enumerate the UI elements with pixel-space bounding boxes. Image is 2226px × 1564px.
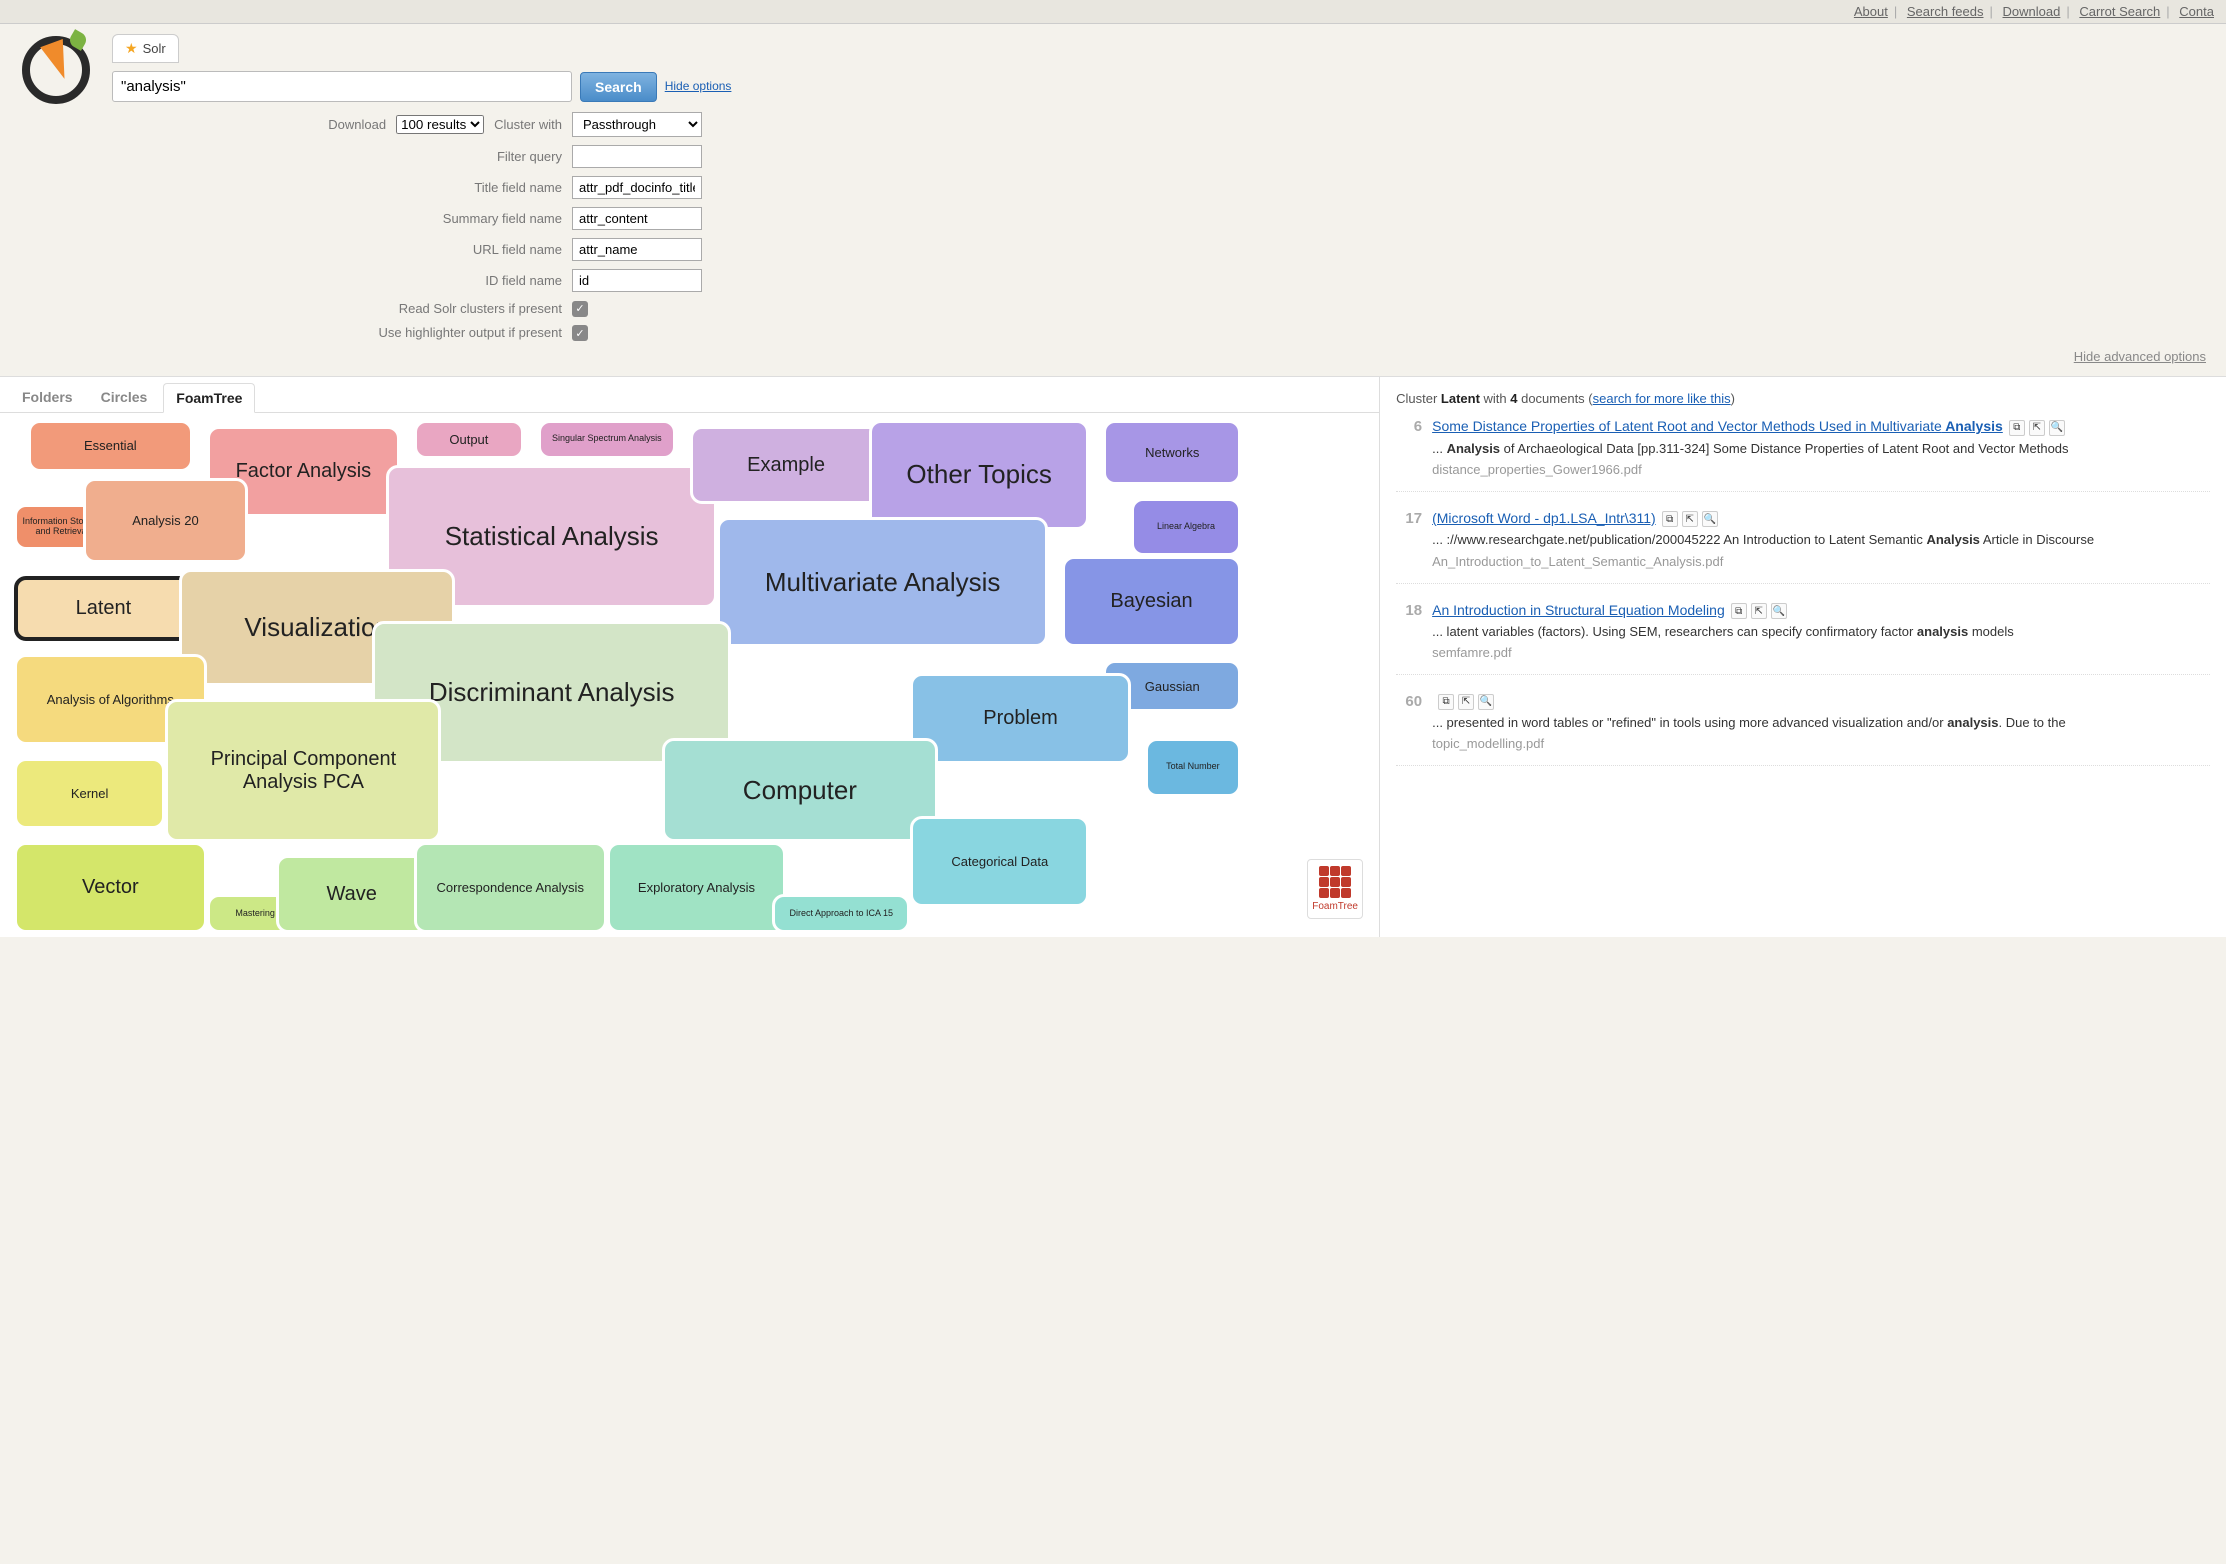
summary-field-input[interactable] [572,207,702,230]
source-tab-solr[interactable]: ★ Solr [112,34,179,63]
hide-advanced-link[interactable]: Hide advanced options [2074,349,2206,364]
foam-cell[interactable]: Correspondence Analysis [414,842,607,933]
foam-cell[interactable]: Essential [28,420,193,472]
filter-query-input[interactable] [572,145,702,168]
hide-options-link[interactable]: Hide options [665,79,732,93]
foam-cell[interactable]: Problem [910,673,1131,764]
read-solr-checkbox[interactable]: ✓ [572,301,588,317]
foam-cell[interactable]: Categorical Data [910,816,1089,907]
foam-cell[interactable]: Wave [276,855,428,933]
foam-cell[interactable]: Bayesian [1062,556,1241,647]
result-snippet: ... ://www.researchgate.net/publication/… [1432,531,2210,549]
result-item: 18 An Introduction in Structural Equation… [1396,602,2210,676]
result-title-link[interactable]: An Introduction in Structural Equation M… [1432,602,1725,618]
foam-cell[interactable]: Computer [662,738,938,842]
main: Folders Circles FoamTree FoamTree Essent… [0,376,2226,937]
nav-about[interactable]: About [1854,4,1888,19]
foam-cell[interactable]: Other Topics [869,420,1090,531]
id-field-label: ID field name [212,273,562,288]
foam-cell[interactable]: Analysis 20 [83,478,248,563]
cluster-icon[interactable]: ⧉ [1662,511,1678,527]
foamtree-visualization[interactable]: FoamTree EssentialInformation Storage an… [0,413,1379,933]
tab-circles[interactable]: Circles [89,383,160,412]
foam-cell[interactable]: Exploratory Analysis [607,842,786,933]
summary-field-label: Summary field name [212,211,562,226]
results-panel: Cluster Latent with 4 documents (search … [1380,377,2226,937]
result-title-link[interactable]: (Microsoft Word - dp1.LSA_Intr\311) [1432,510,1656,526]
foam-cell[interactable]: Vector [14,842,207,933]
download-label: Download 100 results Cluster with [212,115,562,134]
result-filename: topic_modelling.pdf [1432,736,2210,751]
download-select[interactable]: 100 results [396,115,484,134]
open-icon[interactable]: ⇱ [1751,603,1767,619]
foam-cell[interactable]: Multivariate Analysis [717,517,1048,647]
foam-cell[interactable]: Total Number [1145,738,1242,797]
foam-cell[interactable]: Networks [1103,420,1241,485]
search-icon[interactable]: 🔍 [2049,420,2065,436]
result-number: 6 [1396,418,1422,477]
result-filename: semfamre.pdf [1432,645,2210,660]
open-icon[interactable]: ⇱ [1682,511,1698,527]
foam-cell[interactable]: Kernel [14,758,166,830]
header: ★ Solr Search Hide options Download 100 … [0,24,2226,376]
foam-cell[interactable]: Singular Spectrum Analysis [538,420,676,459]
result-number: 18 [1396,602,1422,661]
foam-cell[interactable]: Principal Component Analysis PCA [165,699,441,842]
search-input[interactable] [112,71,572,102]
title-field-label: Title field name [212,180,562,195]
source-tab-label: Solr [143,41,166,56]
visualization-panel: Folders Circles FoamTree FoamTree Essent… [0,377,1380,937]
foam-cell[interactable]: Output [414,420,524,459]
id-field-input[interactable] [572,269,702,292]
highlighter-checkbox[interactable]: ✓ [572,325,588,341]
result-number: 17 [1396,510,1422,569]
result-title-link[interactable]: Some Distance Properties of Latent Root … [1432,418,2003,434]
foamtree-brand-logo: FoamTree [1307,859,1363,919]
options-panel: Download 100 results Cluster with Passth… [112,112,2206,364]
result-item: 6 Some Distance Properties of Latent Root… [1396,418,2210,492]
foam-cell[interactable]: Example [690,426,883,504]
nav-contact[interactable]: Conta [2179,4,2214,19]
carrot2-logo [20,34,92,106]
tab-folders[interactable]: Folders [10,383,85,412]
result-filename: An_Introduction_to_Latent_Semantic_Analy… [1432,554,2210,569]
cluster-header: Cluster Latent with 4 documents (search … [1396,391,2210,406]
title-field-input[interactable] [572,176,702,199]
star-icon: ★ [125,40,138,57]
nav-download[interactable]: Download [2003,4,2061,19]
filter-query-label: Filter query [212,149,562,164]
cluster-icon[interactable]: ⧉ [1438,694,1454,710]
search-more-link[interactable]: search for more like this [1593,391,1731,406]
search-icon[interactable]: 🔍 [1478,694,1494,710]
search-button[interactable]: Search [580,72,657,102]
result-snippet: ... presented in word tables or "refined… [1432,714,2210,732]
result-snippet: ... Analysis of Archaeological Data [pp.… [1432,440,2210,458]
url-field-label: URL field name [212,242,562,257]
open-icon[interactable]: ⇱ [1458,694,1474,710]
foam-cell[interactable]: Direct Approach to ICA 15 [772,894,910,933]
viz-tabs: Folders Circles FoamTree [0,377,1379,413]
foam-cell[interactable]: Linear Algebra [1131,498,1241,557]
result-item: 17 (Microsoft Word - dp1.LSA_Intr\311) ⧉⇱🔍… [1396,510,2210,584]
result-number: 60 [1396,693,1422,751]
tab-foamtree[interactable]: FoamTree [163,383,255,413]
cluster-icon[interactable]: ⧉ [2009,420,2025,436]
read-solr-label: Read Solr clusters if present [212,301,562,316]
cluster-select[interactable]: Passthrough [572,112,702,137]
result-snippet: ... latent variables (factors). Using SE… [1432,623,2210,641]
url-field-input[interactable] [572,238,702,261]
nav-carrot-search[interactable]: Carrot Search [2079,4,2160,19]
cluster-icon[interactable]: ⧉ [1731,603,1747,619]
search-icon[interactable]: 🔍 [1702,511,1718,527]
top-nav: About| Search feeds| Download| Carrot Se… [0,0,2226,24]
open-icon[interactable]: ⇱ [2029,420,2045,436]
result-item: 60 ⧉⇱🔍 ... presented in word tables or "re… [1396,693,2210,766]
highlighter-label: Use highlighter output if present [212,325,562,340]
result-filename: distance_properties_Gower1966.pdf [1432,462,2210,477]
search-icon[interactable]: 🔍 [1771,603,1787,619]
foam-cell[interactable]: Latent [14,576,193,641]
nav-search-feeds[interactable]: Search feeds [1907,4,1984,19]
